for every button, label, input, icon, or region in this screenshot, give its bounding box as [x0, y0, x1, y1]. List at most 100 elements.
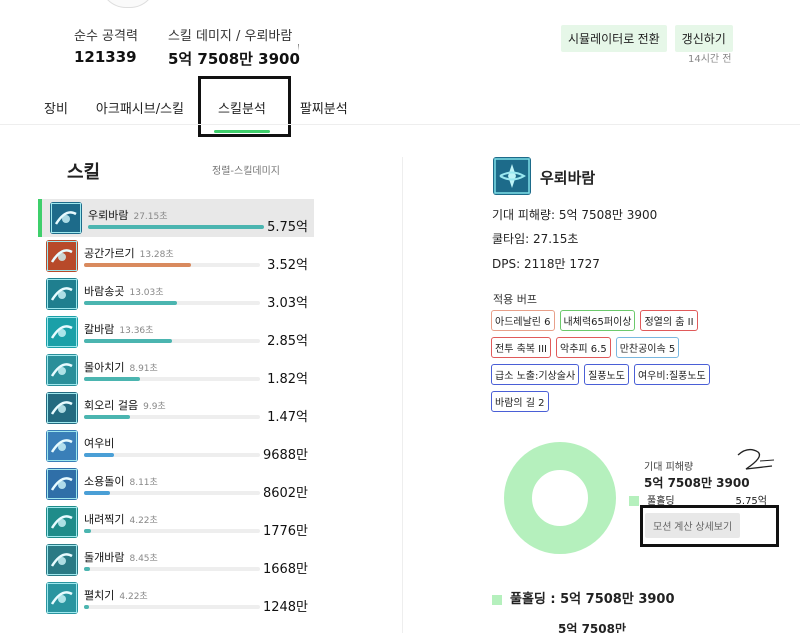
header-actions: 시뮬레이터로 전환 갱신하기: [561, 25, 733, 52]
damage-bar-track: [84, 339, 260, 343]
buff-tag: 아드레날린 6: [491, 310, 555, 331]
tab-equipment[interactable]: 장비: [30, 92, 82, 123]
skill-cooldown: 8.11초: [129, 478, 158, 488]
skill-row[interactable]: 칼바람 13.36초 2.85억: [38, 313, 314, 351]
sort-dropdown[interactable]: 정렬-스킬데미지: [212, 162, 280, 177]
damage-bar-track: [88, 225, 264, 229]
damage-bar-fill: [84, 377, 141, 381]
skill-damage-value: 1248만: [262, 600, 308, 615]
skill-name-text: 펼치기: [84, 589, 115, 602]
skill-row[interactable]: 여우비 9688만: [38, 427, 314, 465]
simulator-button[interactable]: 시뮬레이터로 전환: [561, 25, 667, 52]
down-strike-icon: [46, 506, 78, 538]
stat-skill-damage: 스킬 데미지 / 우뢰바람 5억 7508만 3900: [168, 25, 300, 69]
buff-tag: 질풍노도: [584, 364, 629, 385]
legend-swatch: [629, 496, 639, 506]
skill-cooldown: 4.22초: [119, 592, 148, 602]
skill-cooldown: 9.9초: [143, 402, 166, 412]
damage-bar-track: [84, 301, 260, 305]
gust-icon: [46, 544, 78, 576]
rush-icon: [46, 354, 78, 386]
skill-damage-value: 3.03억: [267, 296, 308, 311]
skills-title: 스킬: [67, 162, 101, 183]
skill-cooldown: 13.36초: [119, 326, 154, 336]
buff-title: 적용 버프: [493, 293, 537, 306]
damage-bar-track: [84, 263, 260, 267]
detail-expected-damage: 기대 피해량: 5억 7508만 3900: [492, 208, 658, 222]
skill-cooldown: 27.15초: [133, 212, 168, 222]
damage-bar-track: [84, 453, 260, 457]
space-cleave-icon: [46, 240, 78, 272]
skill-name: 칼바람 13.36초: [84, 321, 153, 337]
skill-damage-value: 8602만: [262, 486, 308, 501]
tab-ark-passive-skill[interactable]: 아크패시브/스킬: [82, 92, 198, 123]
vortex-icon: [46, 468, 78, 500]
stat-attack-power: 순수 공격력 121339: [74, 25, 138, 69]
stat-label: 순수 공격력: [74, 29, 138, 44]
damage-bar-fill: [88, 225, 264, 229]
buff-tag: 악추피 6.5: [556, 337, 611, 358]
skill-cooldown: 8.91초: [129, 364, 158, 374]
annotation-box: [640, 505, 779, 547]
summary-line: 풀홀딩 : 5억 7508만 3900: [492, 588, 675, 607]
wind-drill-icon: [46, 278, 78, 310]
buff-tag: 내체력65퍼이상: [559, 310, 636, 331]
skill-row[interactable]: 몰아치기 8.91초 1.82억: [38, 351, 314, 389]
skill-cooldown: 8.45초: [129, 554, 158, 564]
storm-wind-icon: [50, 202, 82, 234]
skill-name-text: 회오리 걸음: [84, 399, 139, 412]
skill-cooldown: 13.28초: [139, 250, 174, 260]
skill-damage-value: 1.47억: [267, 410, 308, 425]
buff-tag: 바람의 길 2: [491, 391, 549, 412]
avatar: [100, 0, 156, 8]
skill-damage-value: 1776만: [262, 524, 308, 539]
buff-tag: 여우비:질풍노도: [633, 364, 710, 385]
skill-name-text: 소용돌이: [84, 475, 125, 488]
fox-rain-icon: [46, 430, 78, 462]
detail-skill-name: 우뢰바람: [540, 169, 596, 187]
annotation-box: [198, 76, 291, 137]
blade-wind-icon: [46, 316, 78, 348]
damage-bar-track: [84, 605, 260, 609]
skill-row[interactable]: 바람송곳 13.03초 3.03억: [38, 275, 314, 313]
skill-row[interactable]: 회오리 걸음 9.9초 1.47억: [38, 389, 314, 427]
skill-row[interactable]: 공간가르기 13.28초 3.52억: [38, 237, 314, 275]
stat-value: 5억 7508만 3900: [167, 50, 300, 68]
skill-name: 몰아치기 8.91초: [84, 359, 158, 375]
skill-row[interactable]: 우뢰바람 27.15초 5.75억: [38, 199, 314, 237]
tab-bracelet-analysis[interactable]: 팔찌분석: [286, 92, 362, 123]
damage-bar-track: [84, 491, 260, 495]
breakdown-total: 5억 7508만 3900: [644, 476, 750, 490]
damage-bar-fill: [84, 301, 178, 305]
damage-bar-fill: [84, 529, 92, 533]
skill-name-text: 칼바람: [84, 323, 115, 336]
skill-damage-value: 3.52억: [267, 258, 308, 273]
skill-row[interactable]: 내려찍기 4.22초 1776만: [38, 503, 314, 541]
updated-time: 14시간 전: [688, 54, 732, 65]
skill-cooldown: 4.22초: [129, 516, 158, 526]
skill-damage-value: 1.82억: [267, 372, 308, 387]
damage-bar-fill: [84, 415, 130, 419]
annotation-stroke: [298, 44, 299, 52]
stats-bar: 순수 공격력 121339 스킬 데미지 / 우뢰바람 5억 7508만 390…: [74, 25, 300, 69]
skill-name: 바람송곳 13.03초: [84, 283, 164, 299]
skill-name: 회오리 걸음 9.9초: [84, 397, 166, 413]
skill-row[interactable]: 소용돌이 8.11초 8602만: [38, 465, 314, 503]
skill-name: 내려찍기 4.22초: [84, 511, 158, 527]
donut-segment-full-holding: [504, 442, 616, 554]
skill-name: 소용돌이 8.11초: [84, 473, 158, 489]
damage-donut-chart: [504, 442, 616, 554]
skill-row[interactable]: 돌개바람 8.45초 1668만: [38, 541, 314, 579]
summary-swatch: [492, 594, 502, 605]
detail-cooldown: 쿨타임: 27.15초: [492, 232, 579, 246]
skill-row[interactable]: 펼치기 4.22초 1248만: [38, 579, 314, 617]
storm-wind-icon: [493, 157, 531, 195]
damage-bar-fill: [84, 453, 114, 457]
skill-cooldown: 13.03초: [129, 288, 164, 298]
skill-name: 우뢰바람 27.15초: [88, 207, 168, 223]
refresh-button[interactable]: 갱신하기: [674, 25, 733, 52]
skill-damage-value: 2.85억: [267, 334, 308, 349]
detail-dps: DPS: 2118만 1727: [492, 257, 600, 271]
damage-bar-fill: [84, 605, 90, 609]
skill-name-text: 내려찍기: [84, 513, 125, 526]
